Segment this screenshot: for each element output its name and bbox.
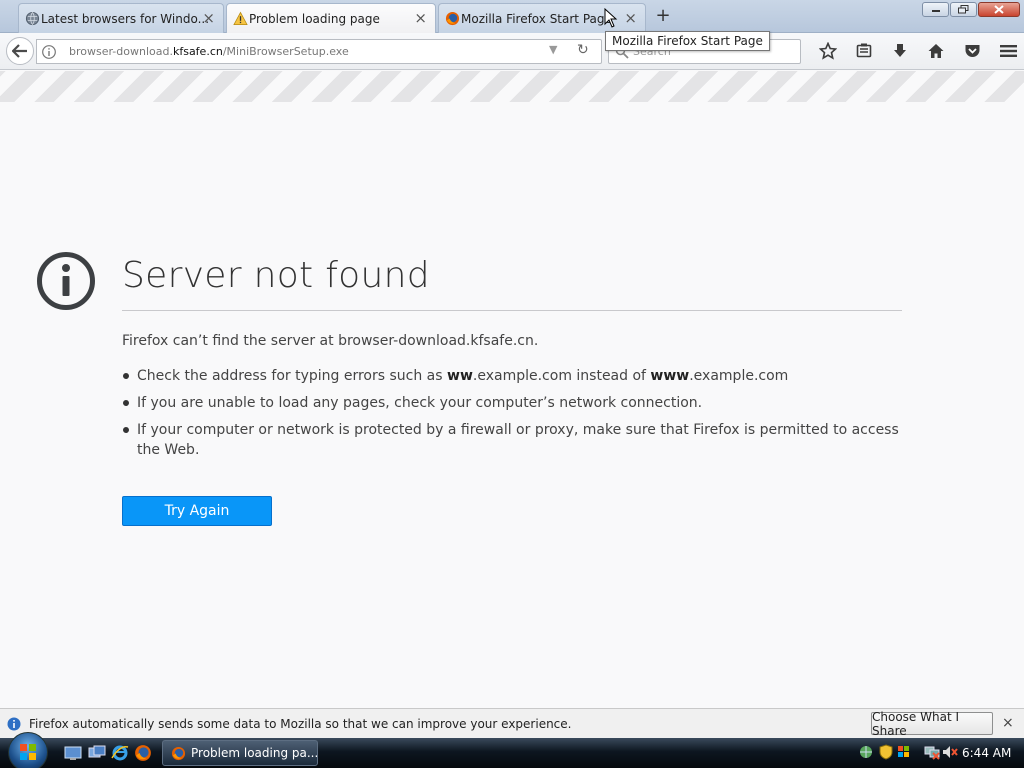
tab-problem-loading[interactable]: Problem loading page × <box>226 3 436 34</box>
choose-what-i-share-button[interactable]: Choose What I Share <box>871 710 993 738</box>
security-shield-icon[interactable] <box>878 744 894 760</box>
site-info-icon[interactable] <box>41 44 57 60</box>
firefox-icon <box>445 11 460 26</box>
show-desktop-icon[interactable] <box>64 744 82 762</box>
tab-tooltip: Mozilla Firefox Start Page <box>605 31 770 51</box>
warning-icon <box>233 11 248 25</box>
firefox-icon[interactable] <box>134 744 152 762</box>
tab-label: Mozilla Firefox Start Page <box>461 11 612 26</box>
windows-flag-icon[interactable] <box>896 744 912 760</box>
address-bar[interactable]: browser-download.kfsafe.cn/MiniBrowserSe… <box>36 39 602 64</box>
try-again-button[interactable]: Try Again <box>122 496 272 526</box>
notification-bar: Firefox automatically sends some data to… <box>0 708 1024 738</box>
new-tab-button[interactable]: + <box>653 5 673 26</box>
reading-list-icon[interactable] <box>846 37 882 65</box>
taskbar-item-label: Problem loading pa... <box>191 746 318 760</box>
switch-windows-icon[interactable] <box>88 744 106 762</box>
suggestion-list: Check the address for typing errors such… <box>122 366 902 467</box>
list-item: If your computer or network is protected… <box>122 420 902 460</box>
pocket-icon[interactable] <box>954 37 990 65</box>
info-icon <box>7 717 21 731</box>
minimize-icon[interactable] <box>922 2 949 17</box>
list-item: Check the address for typing errors such… <box>122 366 902 386</box>
network-disconnected-icon[interactable] <box>924 744 940 760</box>
info-icon <box>37 252 95 310</box>
start-button[interactable] <box>8 732 48 768</box>
history-dropdown-icon[interactable]: ▼ <box>549 43 557 56</box>
toolbar-icons <box>810 37 1024 65</box>
tab-latest-browsers[interactable]: Latest browsers for Windo... × <box>18 3 224 33</box>
tab-close-icon[interactable]: × <box>414 9 427 27</box>
tab-strip: Latest browsers for Windo... × Problem l… <box>0 0 1024 34</box>
globe-icon <box>25 11 40 26</box>
back-arrow-icon <box>12 44 27 58</box>
taskbar: Problem loading pa... 6:44 AM <box>0 732 1024 768</box>
url-text[interactable]: browser-download.kfsafe.cn/MiniBrowserSe… <box>69 45 349 58</box>
back-button[interactable] <box>6 37 34 65</box>
download-icon[interactable] <box>882 37 918 65</box>
tab-close-icon[interactable]: × <box>624 9 637 27</box>
warning-stripes <box>0 71 1024 102</box>
divider <box>122 310 902 311</box>
volume-muted-icon[interactable] <box>942 744 958 760</box>
list-item: If you are unable to load any pages, che… <box>122 393 902 413</box>
firefox-icon <box>171 746 186 761</box>
navigation-toolbar: browser-download.kfsafe.cn/MiniBrowserSe… <box>0 33 1024 70</box>
tab-label: Problem loading page <box>249 12 380 26</box>
mouse-cursor-icon <box>604 8 618 28</box>
reload-icon[interactable]: ↻ <box>577 42 589 58</box>
window-controls <box>922 2 1020 17</box>
restore-icon[interactable] <box>950 2 977 17</box>
internet-explorer-icon[interactable] <box>111 744 129 762</box>
close-icon[interactable]: × <box>1002 715 1014 731</box>
windows-logo-icon <box>20 744 36 760</box>
tab-close-icon[interactable]: × <box>202 9 215 27</box>
bookmark-star-icon[interactable] <box>810 37 846 65</box>
taskbar-item-firefox[interactable]: Problem loading pa... <box>162 740 318 766</box>
home-icon[interactable] <box>918 37 954 65</box>
menu-icon[interactable] <box>990 37 1024 65</box>
error-page: Server not found Firefox can’t find the … <box>0 71 1024 708</box>
notification-text: Firefox automatically sends some data to… <box>29 717 572 731</box>
close-icon[interactable] <box>978 2 1020 17</box>
page-title: Server not found <box>122 255 430 296</box>
network-sharing-icon[interactable] <box>858 744 874 760</box>
error-description: Firefox can’t find the server at browser… <box>122 333 539 349</box>
system-clock[interactable]: 6:44 AM <box>962 746 1011 760</box>
tab-label: Latest browsers for Windo... <box>41 11 210 26</box>
